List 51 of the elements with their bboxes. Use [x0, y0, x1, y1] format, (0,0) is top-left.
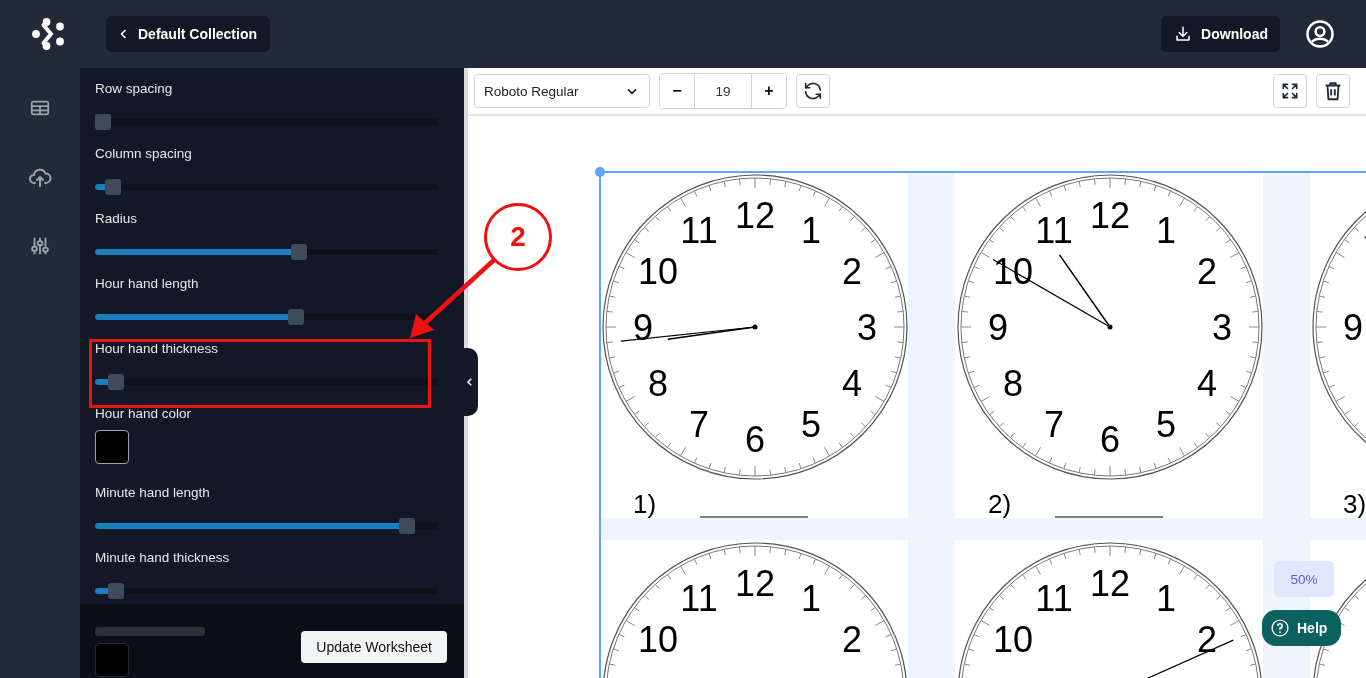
setting-label: Hour hand length [95, 275, 200, 293]
zoom-level: 50% [1274, 561, 1334, 597]
back-button[interactable]: Default Collection [106, 16, 270, 52]
clock-number: 8 [648, 363, 668, 404]
question-number: 2) [988, 489, 1012, 518]
clock-number: 9 [988, 307, 1008, 348]
clock-number: 12 [735, 195, 775, 236]
clock-number: 9 [633, 307, 653, 348]
clock-number: 6 [745, 419, 765, 460]
clock-number: 9 [1343, 307, 1363, 348]
clock-number: 7 [1044, 404, 1064, 445]
clock-number: 8 [1003, 363, 1023, 404]
clock-number: 2 [1197, 251, 1217, 292]
clock-number: 12 [1090, 195, 1130, 236]
clock-number: 12 [735, 563, 775, 604]
update-worksheet-button[interactable]: Update Worksheet [301, 631, 447, 663]
clock-number: 7 [689, 404, 709, 445]
clock-number: 10 [993, 619, 1034, 660]
clock-number: 1 [1156, 210, 1176, 251]
clock-number: 10 [638, 619, 679, 660]
clock-number: 10 [638, 251, 679, 292]
clock-number: 6 [1100, 419, 1120, 460]
question-number: 3) [1343, 489, 1366, 518]
clock-number: 1 [801, 210, 821, 251]
clock-number: 2 [1197, 619, 1217, 660]
clock-number: 3 [1212, 307, 1232, 348]
clock-number: 11 [1035, 578, 1073, 619]
download-button[interactable]: Download [1161, 16, 1280, 52]
clock-number: 5 [801, 404, 821, 445]
clock-number: 5 [1156, 404, 1176, 445]
clock-number: 3 [857, 307, 877, 348]
clock-number: 4 [1197, 363, 1217, 404]
clock-number: 2 [842, 619, 862, 660]
question-number: 1) [633, 489, 657, 518]
clock-number: 4 [842, 363, 862, 404]
setting-label: Radius [95, 210, 139, 228]
clock-number: 11 [680, 578, 718, 619]
setting-label: Minute hand thickness [95, 549, 231, 567]
clock-number: 2 [842, 251, 862, 292]
setting-label: Hour hand color [95, 405, 193, 423]
help-button[interactable]: Help [1262, 610, 1342, 646]
clock-number: 12 [1090, 563, 1130, 604]
clock-number: 11 [1035, 210, 1073, 251]
setting-label: Hour hand thickness [95, 340, 220, 358]
clock-number: 11 [680, 210, 718, 251]
setting-label: Row spacing [95, 80, 174, 98]
font-dropdown[interactable]: Roboto Regular [474, 74, 650, 108]
clock-number: 1 [801, 578, 821, 619]
clock-number: 1 [1156, 578, 1176, 619]
setting-label: Minute hand length [95, 484, 211, 502]
setting-label: Column spacing [95, 145, 193, 163]
